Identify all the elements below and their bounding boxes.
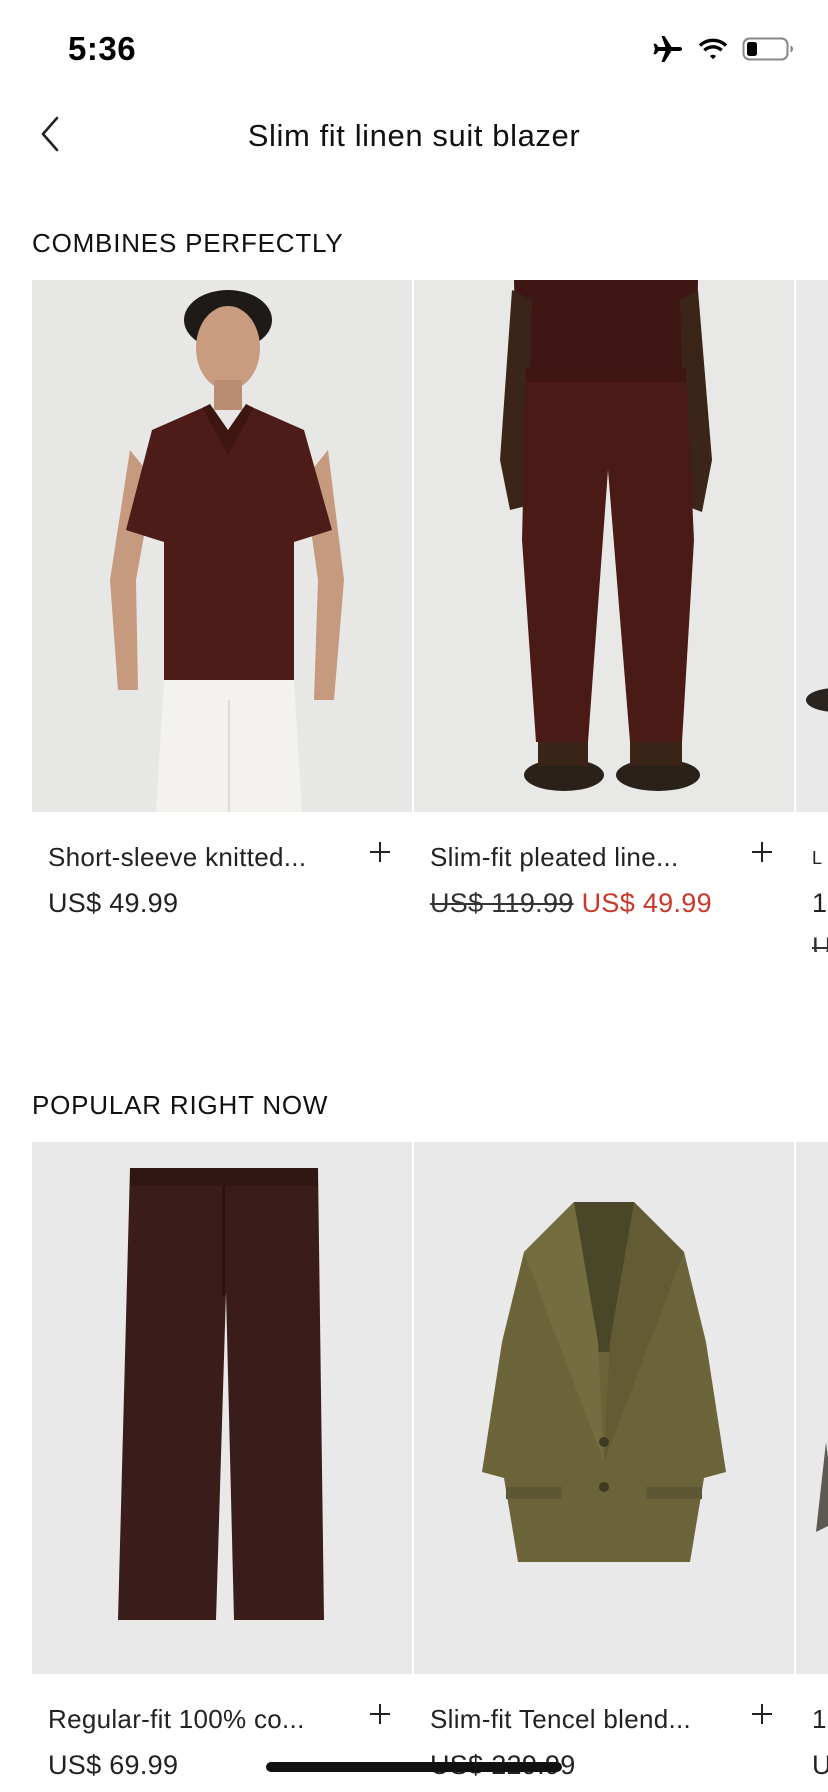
section-title-popular: POPULAR RIGHT NOW — [32, 1090, 329, 1120]
plus-icon — [750, 840, 774, 869]
carousel-track: Short-sleeve knitted... US$ 49.99 Slim-f… — [32, 280, 828, 952]
product-recommendations-screen: 5:36 Slim fit linen suit blazer COMBINES… — [0, 0, 828, 1792]
product-card[interactable]: Slim-fit pleated line... US$ 119.99 US$ 4… — [414, 280, 794, 952]
product-info: 1 U — [796, 1674, 828, 1792]
status-icons — [652, 34, 794, 64]
product-image-brown-trousers[interactable] — [32, 1142, 412, 1674]
airplane-icon — [652, 34, 684, 64]
product-info: Regular-fit 100% co... US$ 69.99 — [32, 1674, 412, 1792]
page-title: Slim fit linen suit blazer — [247, 118, 581, 153]
add-to-cart-button[interactable] — [362, 836, 398, 872]
add-to-cart-button[interactable] — [744, 836, 780, 872]
product-card[interactable]: Regular-fit 100% co... US$ 69.99 — [32, 1142, 412, 1792]
product-image-linen-trousers[interactable] — [414, 280, 794, 812]
popular-carousel[interactable]: Regular-fit 100% co... US$ 69.99 Slim-fi… — [32, 1142, 828, 1792]
product-info: L 1 U — [796, 812, 828, 952]
home-indicator — [266, 1762, 562, 1772]
sale-price: US$ 49.99 — [581, 888, 712, 918]
add-to-cart-button[interactable] — [362, 1698, 398, 1734]
product-name[interactable]: Regular-fit 100% co... — [48, 1704, 305, 1735]
wifi-icon — [698, 37, 728, 61]
plus-icon — [368, 1702, 392, 1731]
product-name[interactable]: Slim-fit pleated line... — [430, 842, 679, 873]
product-name[interactable]: Short-sleeve knitted... — [48, 842, 306, 873]
battery-icon — [742, 36, 794, 62]
product-image-polo[interactable] — [32, 280, 412, 812]
product-card[interactable]: L 1 U — [796, 280, 828, 952]
product-price: U — [812, 1750, 828, 1780]
combines-carousel[interactable]: Short-sleeve knitted... US$ 49.99 Slim-f… — [32, 280, 828, 952]
product-name[interactable]: Slim-fit Tencel blend... — [430, 1704, 691, 1735]
product-image-partial[interactable] — [796, 280, 828, 812]
plus-icon — [368, 840, 392, 869]
original-price: US$ 119.99 — [430, 888, 574, 918]
plus-icon — [750, 1702, 774, 1731]
product-info: Slim-fit pleated line... US$ 119.99 US$ 4… — [414, 812, 794, 952]
status-bar: 5:36 — [0, 0, 828, 100]
add-to-cart-button[interactable] — [744, 1698, 780, 1734]
product-price: US$ 69.99 — [48, 1750, 179, 1780]
product-card[interactable]: Short-sleeve knitted... US$ 49.99 — [32, 280, 412, 952]
product-price: US$ 49.99 — [48, 888, 179, 918]
product-info: Short-sleeve knitted... US$ 49.99 — [32, 812, 412, 952]
product-price: 1 — [812, 888, 828, 918]
product-name[interactable]: 1 — [812, 1704, 827, 1735]
carousel-track: Regular-fit 100% co... US$ 69.99 Slim-fi… — [32, 1142, 828, 1792]
product-price: US$ 119.99 US$ 49.99 — [430, 888, 712, 919]
original-price: U — [812, 932, 828, 952]
product-image-olive-blazer[interactable] — [414, 1142, 794, 1674]
product-name[interactable]: L — [812, 848, 822, 869]
product-image-partial[interactable] — [796, 1142, 828, 1674]
product-card[interactable]: Slim-fit Tencel blend... US$ 229.99 — [414, 1142, 794, 1792]
section-title-combines: COMBINES PERFECTLY — [32, 228, 344, 258]
status-time: 5:36 — [68, 30, 137, 67]
nav-header: Slim fit linen suit blazer — [0, 100, 828, 180]
product-info: Slim-fit Tencel blend... US$ 229.99 — [414, 1674, 794, 1792]
product-card[interactable]: 1 U — [796, 1142, 828, 1792]
